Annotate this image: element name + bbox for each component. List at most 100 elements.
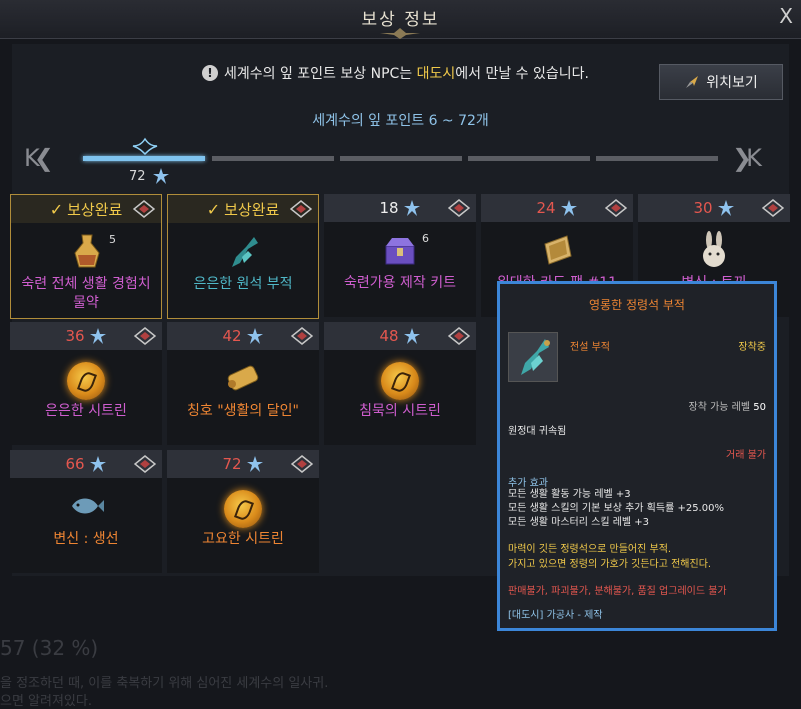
world-tree-leaf-icon <box>403 328 420 344</box>
reward-item-name: 침묵의 시트린 <box>359 403 441 419</box>
points-range: 세계수의 잎 포인트 6 ~ 72개 <box>312 113 489 129</box>
reward-item-name: 고요한 시트린 <box>202 531 284 547</box>
effects-title: 추가 효과 <box>508 478 548 489</box>
progress-segment <box>340 156 462 161</box>
reward-emblem-icon <box>134 455 156 473</box>
reward-card-body: 칭호 "생활의 달인" <box>167 350 319 445</box>
reward-card-header: 24 <box>481 194 633 222</box>
world-tree-leaf-icon <box>246 456 263 472</box>
world-tree-leaf-icon <box>246 328 263 344</box>
required-points: 42 <box>222 327 242 345</box>
world-tree-leaf-icon <box>717 200 734 216</box>
reward-card[interactable]: 48 침묵의 시트린 <box>324 322 476 445</box>
item-tooltip: 영롱한 정령석 부적 전설 부적 장착중 장착 가능 레벨 50 원정대 귀속됨… <box>497 281 777 631</box>
potion-icon <box>74 234 100 268</box>
reward-card[interactable]: 36 은은한 시트린 <box>10 322 162 445</box>
required-points: 30 <box>693 199 713 217</box>
reward-emblem-icon <box>448 199 470 217</box>
reward-card-body: 은은한 시트린 <box>10 350 162 445</box>
notice-highlight: 대도시 <box>416 66 456 82</box>
progress-segment <box>468 156 590 161</box>
check-icon: ✓ <box>49 199 64 219</box>
reward-card-header: ✓ 보상완료 <box>11 195 161 223</box>
trade-status: 거래 불가 <box>726 450 766 461</box>
notice-prefix: 세계수의 잎 포인트 보상 NPC는 <box>224 66 417 82</box>
item-description: 마력이 깃든 정령석으로 만들어진 부적. 가지고 있으면 정령의 가호가 깃든… <box>508 544 712 570</box>
reward-emblem-icon <box>133 200 155 218</box>
effects-list: 모든 생활 활동 가능 레벨 +3 모든 생활 스킬의 기본 보상 추가 획득률… <box>508 488 724 530</box>
reward-card-header: 36 <box>10 322 162 350</box>
effect-line: 모든 생활 마스터리 스킬 레벨 +3 <box>508 517 650 528</box>
reward-card-header: ✓ 보상완료 <box>168 195 318 223</box>
progress-count: 72 <box>129 169 146 184</box>
progress-segment <box>596 156 718 161</box>
reward-emblem-icon <box>134 327 156 345</box>
reward-card[interactable]: ✓ 보상완료은은한 원석 부적 <box>167 194 319 319</box>
last-page-arrow[interactable]: ❯K <box>732 144 762 172</box>
citrine-icon <box>67 362 105 400</box>
reward-card-body: 6 숙련가용 제작 키트 <box>324 222 476 317</box>
reward-emblem-icon <box>291 455 313 473</box>
progress-marker-icon <box>132 137 158 155</box>
reward-emblem-icon <box>448 327 470 345</box>
required-points: 18 <box>379 199 399 217</box>
required-points: 66 <box>65 455 85 473</box>
required-level: 장착 가능 레벨 50 <box>688 402 766 413</box>
world-tree-leaf-icon <box>89 328 106 344</box>
tooltip-title: 영롱한 정령석 부적 <box>589 298 685 312</box>
reward-item-name: 칭호 "생활의 달인" <box>187 403 299 419</box>
reward-item-name: 은은한 시트린 <box>45 403 127 419</box>
effect-line: 모든 생활 스킬의 기본 보상 추가 획득률 +25.00% <box>508 503 724 514</box>
item-count: 6 <box>422 232 429 245</box>
scroll-icon <box>227 365 259 391</box>
reward-card-header: 30 <box>638 194 790 222</box>
reward-emblem-icon <box>605 199 627 217</box>
reward-card-header: 66 <box>10 450 162 478</box>
reward-card[interactable]: 42 칭호 "생활의 달인" <box>167 322 319 445</box>
locate-button[interactable]: 위치보기 <box>659 64 783 100</box>
charm-icon <box>508 332 558 382</box>
reward-card-header: 72 <box>167 450 319 478</box>
close-button[interactable]: X <box>779 4 793 28</box>
fish-icon <box>72 498 104 514</box>
bound-status: 원정대 귀속됨 <box>508 426 567 437</box>
background-line: 으면 알려져있다. <box>0 694 92 709</box>
reward-item-name: 숙련가용 제작 키트 <box>344 275 456 291</box>
locate-button-label: 위치보기 <box>706 75 758 91</box>
reward-status: 보상완료 <box>67 200 123 219</box>
reward-item-name: 은은한 원석 부적 <box>193 276 293 292</box>
reward-card[interactable]: ✓ 보상완료 5 숙련 전체 생활 경험치 물약 <box>10 194 162 319</box>
chest-icon <box>385 238 415 265</box>
world-tree-leaf-icon <box>89 456 106 472</box>
reward-item-name: 숙련 전체 생활 경험치 물약 <box>21 276 151 311</box>
card-pack-icon <box>544 235 572 265</box>
first-page-arrow[interactable]: K❮ <box>24 144 54 172</box>
info-icon: ! <box>202 65 218 81</box>
rabbit-icon <box>703 231 725 267</box>
reward-card[interactable]: 18 6 숙련가용 제작 키트 <box>324 194 476 317</box>
background-percent: 57 (32 %) <box>0 636 99 660</box>
check-icon: ✓ <box>206 199 221 219</box>
stone-charm-icon <box>232 237 258 267</box>
effect-line: 모든 생활 활동 가능 레벨 +3 <box>508 489 631 500</box>
compass-icon <box>686 76 699 88</box>
craft-source: [대도시] 가공사 - 제작 <box>508 610 603 621</box>
title-bar: 보상 정보 X <box>0 0 801 39</box>
reward-card-body: 침묵의 시트린 <box>324 350 476 445</box>
reward-card-body: 5 숙련 전체 생활 경험치 물약 <box>11 223 161 318</box>
progress-segment <box>212 156 334 161</box>
background-info: 57 (32 %) 을 정조하던 때, 이를 축복하기 위해 심어진 세계수의 … <box>0 634 801 709</box>
citrine-icon <box>381 362 419 400</box>
reward-card-body: 변신 : 생선 <box>10 478 162 573</box>
reward-card-header: 48 <box>324 322 476 350</box>
reward-card[interactable]: 72 고요한 시트린 <box>167 450 319 573</box>
item-grade: 전설 부적 <box>570 342 610 353</box>
reward-emblem-icon <box>762 199 784 217</box>
required-points: 36 <box>65 327 85 345</box>
reward-card[interactable]: 66 변신 : 생선 <box>10 450 162 573</box>
notice-suffix: 에서 만날 수 있습니다. <box>455 66 589 82</box>
reward-card-header: 18 <box>324 194 476 222</box>
reward-card-header: 42 <box>167 322 319 350</box>
reward-status: 보상완료 <box>224 200 280 219</box>
npc-notice: ! 세계수의 잎 포인트 보상 NPC는 대도시에서 만날 수 있습니다. <box>202 63 589 83</box>
